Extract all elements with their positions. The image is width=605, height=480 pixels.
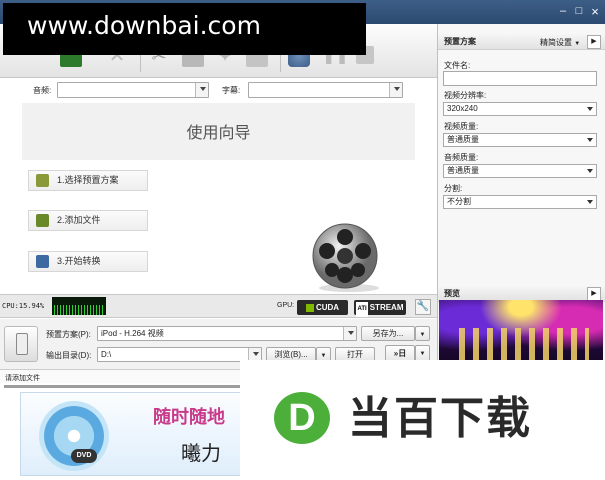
video-quality-label: 视频质量: bbox=[444, 122, 479, 131]
output-dir-select[interactable]: D:\ bbox=[97, 347, 262, 362]
chevron-down-icon bbox=[587, 169, 593, 173]
settings-wrench-icon[interactable]: 🔧 bbox=[415, 299, 431, 315]
video-quality-select[interactable]: 普通质量 bbox=[443, 133, 597, 147]
cpu-graph-bars bbox=[54, 305, 104, 315]
chevron-down-icon bbox=[587, 107, 593, 111]
add-file-icon bbox=[36, 214, 49, 227]
chevron-down-icon bbox=[348, 331, 354, 335]
preset-select[interactable]: iPod - H.264 视频 bbox=[97, 326, 357, 341]
split-label: 分割: bbox=[444, 184, 463, 193]
mode-dropdown[interactable]: 精简设置 ▼ bbox=[540, 37, 580, 48]
filename-input[interactable] bbox=[443, 71, 597, 86]
audio-label: 音频: bbox=[33, 86, 52, 95]
ad-banner-left[interactable]: DVD 随时随地 曦力 bbox=[20, 392, 242, 476]
cuda-label: CUDA bbox=[315, 303, 340, 312]
nvidia-icon bbox=[305, 303, 314, 312]
resolution-select[interactable]: 320x240 bbox=[443, 102, 597, 116]
ad-banner-brand[interactable]: D 当百下载 bbox=[240, 360, 605, 480]
preview-play-button[interactable]: ▶ bbox=[587, 287, 601, 301]
audio-quality-value: 普通质量 bbox=[447, 166, 479, 175]
chevron-right-icon: ▶ bbox=[591, 38, 597, 45]
chevron-down-icon bbox=[394, 87, 400, 91]
step-label: 1.选择预置方案 bbox=[57, 175, 119, 185]
cpu-graph bbox=[52, 297, 106, 315]
brand-logo-icon: D bbox=[274, 392, 330, 444]
watermark-banner: www.downbai.com bbox=[3, 3, 366, 55]
step-label: 3.开始转换 bbox=[57, 256, 101, 266]
preset-icon bbox=[36, 174, 49, 187]
chevron-down-icon bbox=[587, 200, 593, 204]
chevron-down-icon: ▼ bbox=[419, 351, 426, 357]
save-as-button[interactable]: 另存为... bbox=[361, 326, 415, 341]
chevron-down-icon bbox=[253, 352, 259, 356]
output-dir-label: 输出目录(D): bbox=[46, 351, 92, 360]
split-select[interactable]: 不分割 bbox=[443, 195, 597, 209]
preset-select-value: iPod - H.264 视频 bbox=[101, 329, 164, 338]
audio-quality-select[interactable]: 普通质量 bbox=[443, 164, 597, 178]
panel-toggle-button[interactable]: ▶ bbox=[587, 35, 601, 49]
play-icon: ▶ bbox=[591, 290, 597, 297]
dvd-logo: DVD bbox=[71, 449, 97, 463]
ad-headline: 随时随地 bbox=[153, 407, 225, 427]
gpu-label: GPU: bbox=[277, 302, 295, 309]
ipod-icon bbox=[16, 333, 28, 355]
step-select-preset-button[interactable]: 1.选择预置方案 bbox=[28, 170, 148, 191]
subtitle-dropdown-button[interactable] bbox=[389, 83, 402, 97]
split-value: 不分割 bbox=[447, 197, 471, 206]
step-label: 2.添加文件 bbox=[57, 215, 101, 225]
save-as-dropdown-button[interactable]: ▼ bbox=[415, 326, 430, 341]
ati-stream-badge: ATI STREAM bbox=[354, 300, 406, 317]
preset-label: 预置方案(P): bbox=[46, 330, 91, 339]
cpu-usage: CPU:15.94% bbox=[2, 302, 45, 310]
resolution-label: 视频分辨率: bbox=[444, 91, 487, 100]
ati-label: STREAM bbox=[369, 303, 404, 312]
add-files-hint: 请添加文件 bbox=[5, 375, 40, 382]
close-button[interactable]: × bbox=[589, 5, 601, 18]
resolution-value: 320x240 bbox=[447, 104, 478, 113]
cuda-badge: CUDA bbox=[297, 300, 348, 315]
subtitle-label: 字幕: bbox=[222, 86, 241, 95]
chevron-down-icon: ▼ bbox=[419, 332, 426, 338]
audio-quality-label: 音频质量: bbox=[444, 153, 479, 162]
video-preview bbox=[439, 300, 603, 368]
audio-dropdown-button[interactable] bbox=[195, 83, 208, 97]
ad-subline: 曦力 bbox=[181, 443, 221, 465]
start-icon bbox=[36, 255, 49, 268]
output-dir-value: D:\ bbox=[101, 350, 112, 359]
chevron-down-icon bbox=[200, 87, 206, 91]
chevron-down-icon: ▼ bbox=[574, 41, 581, 47]
preview-title: 预览 bbox=[444, 289, 460, 298]
subtitle-select[interactable] bbox=[248, 82, 403, 98]
video-quality-value: 普通质量 bbox=[447, 135, 479, 144]
ati-icon: ATI bbox=[356, 302, 368, 317]
device-button[interactable] bbox=[4, 326, 38, 362]
audio-select[interactable] bbox=[57, 82, 209, 98]
progress-track bbox=[4, 385, 240, 388]
chevron-down-icon bbox=[587, 138, 593, 142]
brand-name: 当百下载 bbox=[348, 394, 532, 443]
step-add-file-button[interactable]: 2.添加文件 bbox=[28, 210, 148, 231]
filename-label: 文件名: bbox=[444, 61, 471, 70]
mode-label: 精简设置 bbox=[540, 38, 572, 47]
maximize-button[interactable]: □ bbox=[573, 5, 585, 18]
guide-title: 使用向导 bbox=[186, 125, 251, 142]
preset-dropdown-button[interactable] bbox=[343, 327, 356, 340]
brand-logo-letter: D bbox=[288, 397, 316, 439]
chevron-down-icon: ▼ bbox=[320, 353, 327, 359]
step-start-convert-button[interactable]: 3.开始转换 bbox=[28, 251, 148, 272]
preset-panel-title: 预置方案 bbox=[444, 37, 476, 46]
film-reel-icon bbox=[312, 223, 379, 292]
guide-panel: 使用向导 bbox=[22, 103, 415, 160]
minimize-button[interactable]: – bbox=[557, 5, 569, 18]
